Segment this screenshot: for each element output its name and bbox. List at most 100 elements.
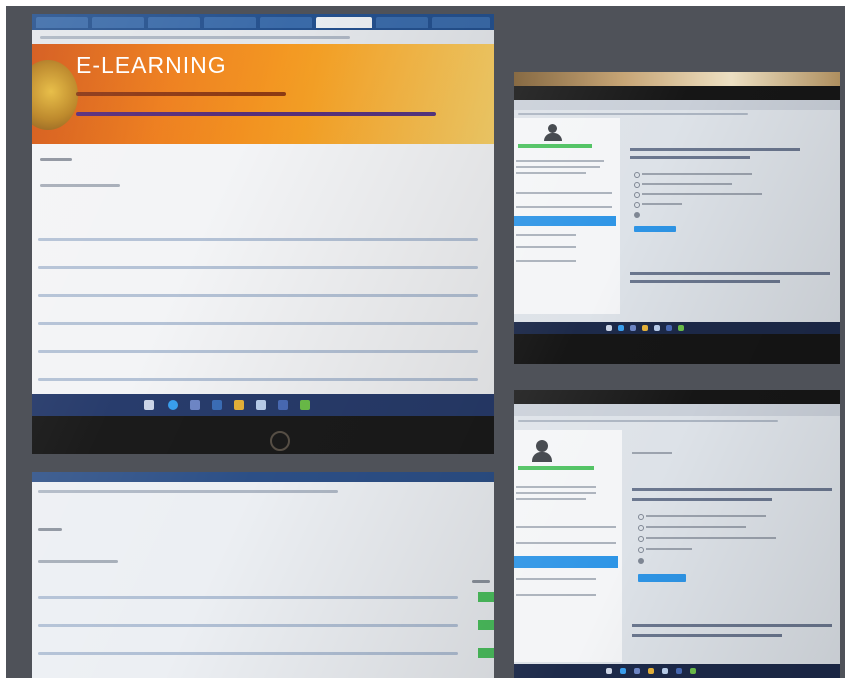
address-bar bbox=[32, 30, 494, 44]
question-text bbox=[630, 148, 800, 151]
user-avatar-icon bbox=[536, 440, 548, 452]
taskbar-app-icon bbox=[630, 325, 636, 331]
browser-tab-active bbox=[316, 17, 372, 28]
sidebar-item[interactable] bbox=[516, 260, 576, 262]
taskbar-app-icon bbox=[662, 668, 668, 674]
answer-radio[interactable] bbox=[634, 192, 640, 198]
browser-tab bbox=[36, 17, 88, 28]
quiz-screen-photo-top bbox=[514, 72, 840, 364]
banner-title: E-LEARNING bbox=[76, 52, 227, 78]
taskbar-app-icon bbox=[300, 400, 310, 410]
answer-radio[interactable] bbox=[638, 547, 644, 553]
large-monitor-photo: E-LEARNING bbox=[32, 14, 494, 454]
browser-tab bbox=[148, 17, 200, 28]
quiz-screen-photo-bottom bbox=[514, 390, 840, 678]
answer-radio[interactable] bbox=[638, 525, 644, 531]
blurred-course-row bbox=[38, 624, 458, 627]
windows-taskbar bbox=[514, 664, 840, 678]
browser-tab-strip bbox=[514, 100, 840, 110]
blurred-course-row bbox=[38, 238, 478, 241]
taskbar-app-icon bbox=[654, 325, 660, 331]
blurred-course-row bbox=[38, 378, 478, 381]
sidebar-text bbox=[516, 172, 586, 174]
emblem-logo-icon bbox=[32, 60, 78, 130]
answer-option-text bbox=[642, 203, 682, 205]
sidebar-text bbox=[516, 160, 604, 162]
laptop-brand-logo-icon bbox=[270, 431, 290, 451]
windows-taskbar bbox=[32, 394, 494, 416]
blurred-url-text bbox=[518, 113, 748, 115]
status-badge bbox=[478, 620, 494, 630]
answer-option-text bbox=[642, 193, 762, 195]
sidebar-text bbox=[516, 166, 600, 168]
browser-tab bbox=[260, 17, 312, 28]
browser-tab-strip bbox=[32, 14, 494, 30]
sidebar-item[interactable] bbox=[516, 246, 576, 248]
check-button[interactable] bbox=[634, 226, 676, 232]
sidebar-item[interactable] bbox=[516, 526, 616, 528]
browser-icon bbox=[168, 400, 178, 410]
banner-subtitle-thai-line bbox=[76, 92, 286, 96]
browser-tab bbox=[376, 17, 428, 28]
blurred-breadcrumb bbox=[38, 560, 118, 563]
sidebar-item[interactable] bbox=[516, 206, 612, 208]
question-text bbox=[630, 156, 750, 159]
course-sidebar bbox=[514, 430, 622, 662]
blurred-heading bbox=[38, 528, 62, 531]
browser-icon bbox=[618, 325, 624, 331]
progress-bar bbox=[518, 144, 592, 148]
blurred-url-text bbox=[40, 36, 350, 39]
blurred-course-row bbox=[38, 266, 478, 269]
answer-radio[interactable] bbox=[634, 172, 640, 178]
course-sidebar bbox=[514, 118, 620, 314]
taskbar-app-icon bbox=[212, 400, 222, 410]
user-avatar-icon bbox=[544, 133, 562, 141]
status-badge bbox=[478, 592, 494, 602]
windows-start-icon bbox=[606, 668, 612, 674]
taskbar-app-icon bbox=[234, 400, 244, 410]
quiz-screen bbox=[514, 404, 840, 678]
answer-radio[interactable] bbox=[638, 514, 644, 520]
question-text bbox=[632, 634, 782, 637]
blurred-course-row bbox=[38, 652, 458, 655]
taskbar-app-icon bbox=[278, 400, 288, 410]
answer-option-text bbox=[646, 537, 776, 539]
answer-radio[interactable] bbox=[634, 202, 640, 208]
browser-tab-strip bbox=[514, 404, 840, 416]
sidebar-text bbox=[516, 498, 586, 500]
blurred-course-row bbox=[38, 350, 478, 353]
sidebar-item[interactable] bbox=[516, 542, 616, 544]
answer-option-text bbox=[642, 183, 732, 185]
sidebar-item[interactable] bbox=[516, 594, 596, 596]
taskbar-app-icon bbox=[676, 668, 682, 674]
question-text bbox=[630, 280, 780, 283]
answer-radio[interactable] bbox=[638, 536, 644, 542]
blurred-url-text bbox=[38, 490, 338, 493]
photo-collage: E-LEARNING bbox=[0, 0, 851, 678]
browser-icon bbox=[620, 668, 626, 674]
sidebar-item[interactable] bbox=[516, 234, 576, 236]
collage-board: E-LEARNING bbox=[6, 6, 845, 678]
answer-option-text bbox=[646, 515, 766, 517]
blurred-course-row bbox=[38, 322, 478, 325]
answer-radio-selected[interactable] bbox=[638, 558, 644, 564]
taskbar-app-icon bbox=[256, 400, 266, 410]
browser-tab bbox=[432, 17, 490, 28]
user-avatar-icon bbox=[532, 452, 552, 462]
blurred-heading bbox=[40, 158, 72, 161]
sidebar-item[interactable] bbox=[516, 578, 596, 580]
browser-tab bbox=[92, 17, 144, 28]
sidebar-item[interactable] bbox=[516, 192, 612, 194]
sidebar-item-active[interactable] bbox=[514, 216, 616, 226]
blurred-breadcrumb bbox=[40, 184, 120, 187]
taskbar-app-icon bbox=[690, 668, 696, 674]
question-text bbox=[630, 272, 830, 275]
taskbar-app-icon bbox=[666, 325, 672, 331]
monitor-screen: E-LEARNING bbox=[32, 14, 494, 416]
check-button[interactable] bbox=[638, 574, 686, 582]
answer-option-text bbox=[642, 173, 752, 175]
course-list-area bbox=[32, 144, 494, 394]
answer-radio[interactable] bbox=[634, 182, 640, 188]
sidebar-item-active[interactable] bbox=[514, 556, 618, 568]
answer-radio-selected[interactable] bbox=[634, 212, 640, 218]
